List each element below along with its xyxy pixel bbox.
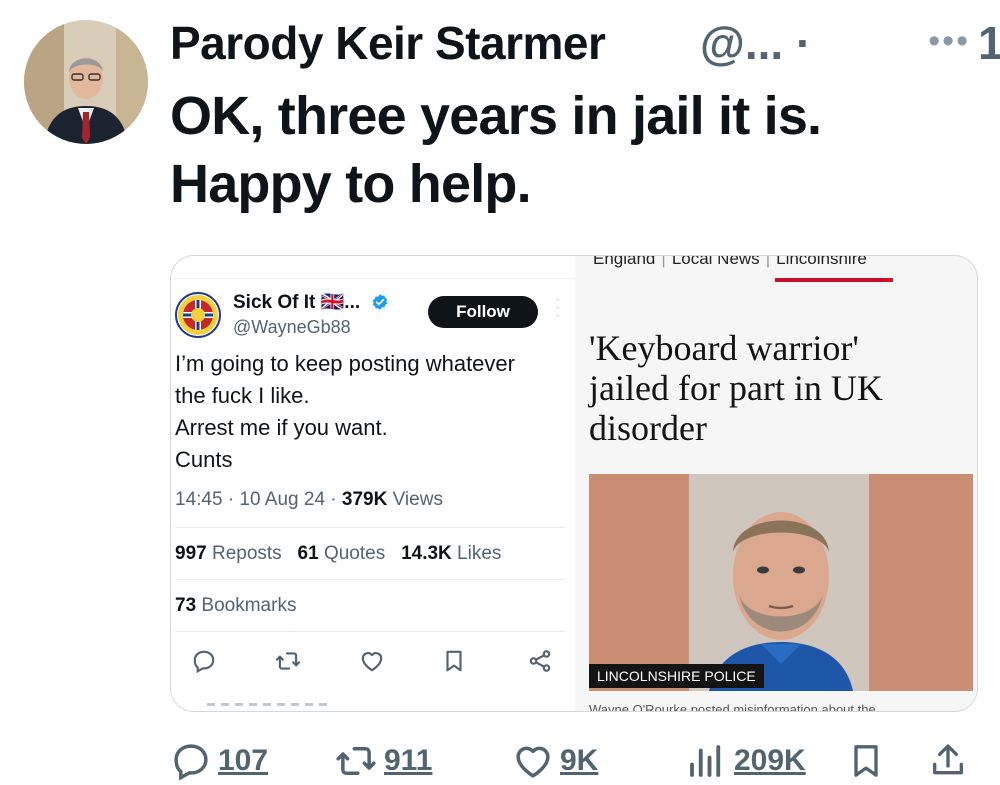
news-headline: 'Keyboard warrior' jailed for part in UK…: [589, 328, 969, 448]
embedded-tweet-body: I’m going to keep posting whatever the f…: [175, 348, 515, 476]
photo-credit: LINCOLNSHIRE POLICE: [589, 664, 764, 688]
headline-line: 'Keyboard warrior': [589, 328, 859, 368]
post-text-line: Happy to help.: [170, 154, 532, 214]
post-text: OK, three years in jail it is. Happy to …: [170, 82, 970, 218]
embedded-views-label: Views: [387, 489, 443, 510]
share-icon: [933, 744, 963, 775]
like-icon: [516, 746, 550, 778]
repost-icon: [275, 652, 301, 670]
reply-button[interactable]: 107: [170, 737, 268, 785]
embedded-action-row: [191, 648, 561, 676]
post-header: Parody Keir Starmer @... · 1d •••: [170, 14, 1000, 74]
headline-line: disorder: [589, 408, 707, 448]
embedded-likes-count: 14.3K: [401, 543, 452, 564]
embedded-author-name: Sick Of It 🇬🇧...: [233, 292, 361, 313]
embedded-bookmarks-label: Bookmarks: [196, 595, 297, 616]
embedded-avatar: [175, 292, 221, 338]
embedded-quotes-label: Quotes: [318, 543, 386, 564]
views-button[interactable]: 209K: [684, 737, 806, 785]
news-footer-text: Wayne O'Rourke posted misinformation abo…: [589, 702, 876, 712]
news-article-screenshot: England | Local News | Lincolnshire 'Keyboar…: [575, 256, 977, 711]
views-count: 209K: [734, 744, 806, 777]
author-name[interactable]: Parody Keir Starmer: [170, 16, 606, 70]
follow-button: Follow: [428, 296, 538, 328]
views-icon: [690, 745, 721, 777]
embedded-author-handle: @WayneGb88: [233, 317, 351, 337]
divider: [175, 579, 565, 580]
breadcrumb-item: England: [593, 255, 656, 268]
headline-line: jailed for part in UK: [589, 368, 883, 408]
reply-icon: [174, 744, 208, 781]
verified-icon: [372, 294, 388, 310]
embedded-body-line: Cunts: [175, 447, 233, 472]
reply-icon: [193, 650, 215, 674]
like-count: 9K: [560, 744, 599, 777]
kebab-icon: · · ·: [555, 291, 561, 324]
like-button[interactable]: 9K: [512, 737, 598, 785]
breadcrumb: England | Local News | Lincolnshire: [593, 255, 867, 269]
more-icon[interactable]: •••: [928, 22, 970, 61]
author-handle[interactable]: @... ·: [700, 16, 811, 70]
post-action-bar: 107 911 9K 209K: [170, 737, 974, 785]
post-time[interactable]: 1d: [978, 16, 1000, 70]
embedded-bookmarks-count: 73: [175, 595, 197, 616]
mugshot-photo: [589, 474, 973, 691]
embedded-reposts-label: Reposts: [206, 543, 282, 564]
embedded-body-line: the fuck I like.: [175, 383, 310, 408]
reply-count: 107: [218, 744, 269, 777]
embedded-quotes-count: 61: [297, 543, 319, 564]
post-text-line: OK, three years in jail it is.: [170, 86, 822, 146]
embedded-likes-label: Likes: [451, 543, 502, 564]
bookmark-icon: [854, 745, 878, 777]
breadcrumb-item: Local News: [671, 255, 760, 268]
active-section-underline: [775, 278, 893, 282]
repost-button[interactable]: 911: [334, 737, 432, 785]
embedded-body-line: I’m going to keep posting whatever: [175, 351, 515, 376]
post-media[interactable]: Sick Of It 🇬🇧... @WayneGb88 Follow · · · I…: [170, 255, 978, 712]
share-icon: [529, 650, 551, 672]
repost-icon: [336, 747, 376, 775]
embedded-time: 14:45 · 10 Aug 24 ·: [175, 489, 342, 510]
breadcrumb-item: Lincolnshire: [776, 255, 867, 268]
embedded-body-line: Arrest me if you want.: [175, 415, 388, 440]
divider: [171, 278, 575, 279]
repost-count: 911: [384, 744, 433, 777]
embedded-views-count: 379K: [341, 489, 388, 510]
embedded-tweet-bookmarks: 73 Bookmarks: [175, 595, 296, 617]
bookmark-button[interactable]: [846, 737, 892, 785]
author-avatar[interactable]: [24, 20, 148, 144]
cropped-text: [207, 703, 327, 706]
embedded-tweet-stats: 997 Reposts 61 Quotes 14.3K Likes: [175, 543, 501, 565]
divider: [175, 527, 565, 528]
bookmark-icon: [446, 650, 462, 672]
embedded-tweet-screenshot: Sick Of It 🇬🇧... @WayneGb88 Follow · · · I…: [171, 256, 575, 711]
like-icon: [361, 652, 383, 672]
divider: [175, 631, 565, 632]
share-button[interactable]: [928, 737, 974, 785]
embedded-tweet-meta: 14:45 · 10 Aug 24 · 379K Views: [175, 489, 443, 511]
embedded-reposts-count: 997: [175, 543, 207, 564]
